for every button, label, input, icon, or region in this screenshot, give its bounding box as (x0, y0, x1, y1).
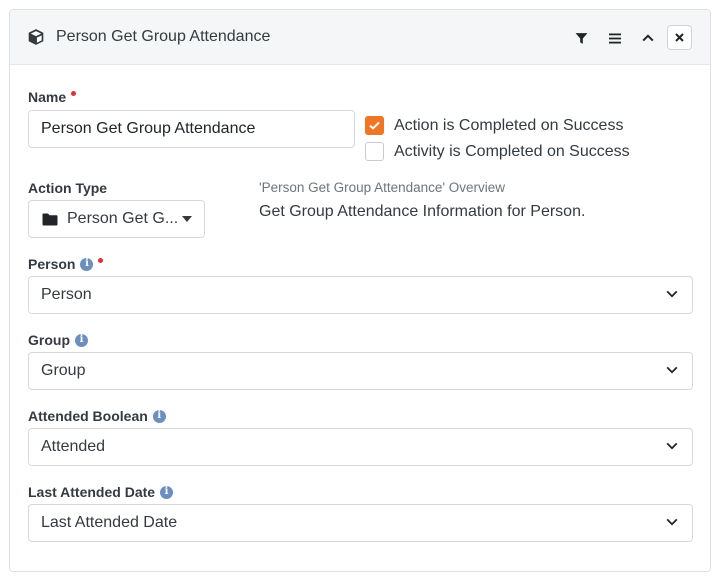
filter-button[interactable] (569, 26, 593, 50)
action-type-picker[interactable]: Person Get G... (28, 200, 205, 238)
chevron-down-icon (666, 290, 678, 298)
info-icon[interactable]: i (160, 485, 174, 499)
action-completed-checkbox-row[interactable]: Action is Completed on Success (365, 116, 623, 135)
group-label: Group i (28, 332, 88, 348)
attended-boolean-select-value: Attended (41, 438, 106, 455)
info-icon[interactable]: i (152, 409, 166, 423)
close-icon (675, 33, 684, 42)
required-indicator (71, 91, 77, 96)
chevron-up-icon (642, 34, 654, 42)
last-attended-date-select-value: Last Attended Date (41, 514, 178, 531)
filter-icon (575, 32, 587, 44)
attended-boolean-label: Attended Boolean i (28, 408, 166, 424)
cube-icon (27, 28, 45, 46)
group-select-value: Group (41, 362, 86, 379)
last-attended-date-select[interactable]: Last Attended Date (28, 504, 693, 542)
attended-boolean-select[interactable]: Attended (28, 428, 693, 466)
collapse-button[interactable] (636, 26, 660, 50)
action-type-value: Person Get G... (67, 210, 179, 227)
required-indicator (98, 258, 104, 263)
name-input[interactable] (28, 110, 355, 148)
info-icon[interactable]: i (80, 257, 94, 271)
action-panel: Person Get Group Attendance Name Person … (9, 9, 711, 572)
activity-completed-checkbox[interactable] (365, 142, 384, 161)
name-label: Name (28, 89, 77, 105)
action-completed-label: Action is Completed on Success (394, 116, 624, 134)
folder-icon (42, 213, 58, 225)
menu-icon (609, 33, 621, 43)
action-type-label: Action Type (28, 180, 108, 196)
person-select-value: Person (41, 286, 92, 303)
close-button[interactable] (667, 25, 692, 50)
caret-down-icon (182, 216, 192, 222)
group-select[interactable]: Group (28, 352, 693, 390)
panel-header: Person Get Group Attendance (10, 10, 710, 65)
info-icon[interactable]: i (75, 333, 88, 347)
activity-completed-label: Activity is Completed on Success (394, 142, 630, 160)
activity-completed-checkbox-row[interactable]: Activity is Completed on Success (365, 142, 630, 161)
chevron-down-icon (666, 442, 678, 450)
overview-title: 'Person Get Group Attendance' Overview (259, 180, 506, 195)
person-label: Person i (28, 256, 104, 272)
overview-text: Get Group Attendance Information for Per… (259, 203, 586, 220)
chevron-down-icon (666, 518, 678, 526)
last-attended-date-label: Last Attended Date i (28, 484, 174, 500)
action-completed-checkbox[interactable] (365, 116, 384, 135)
person-select[interactable]: Person (28, 276, 693, 314)
checkmark-icon (369, 121, 380, 130)
panel-title: Person Get Group Attendance (56, 28, 271, 45)
chevron-down-icon (666, 366, 678, 374)
menu-button[interactable] (603, 26, 627, 50)
